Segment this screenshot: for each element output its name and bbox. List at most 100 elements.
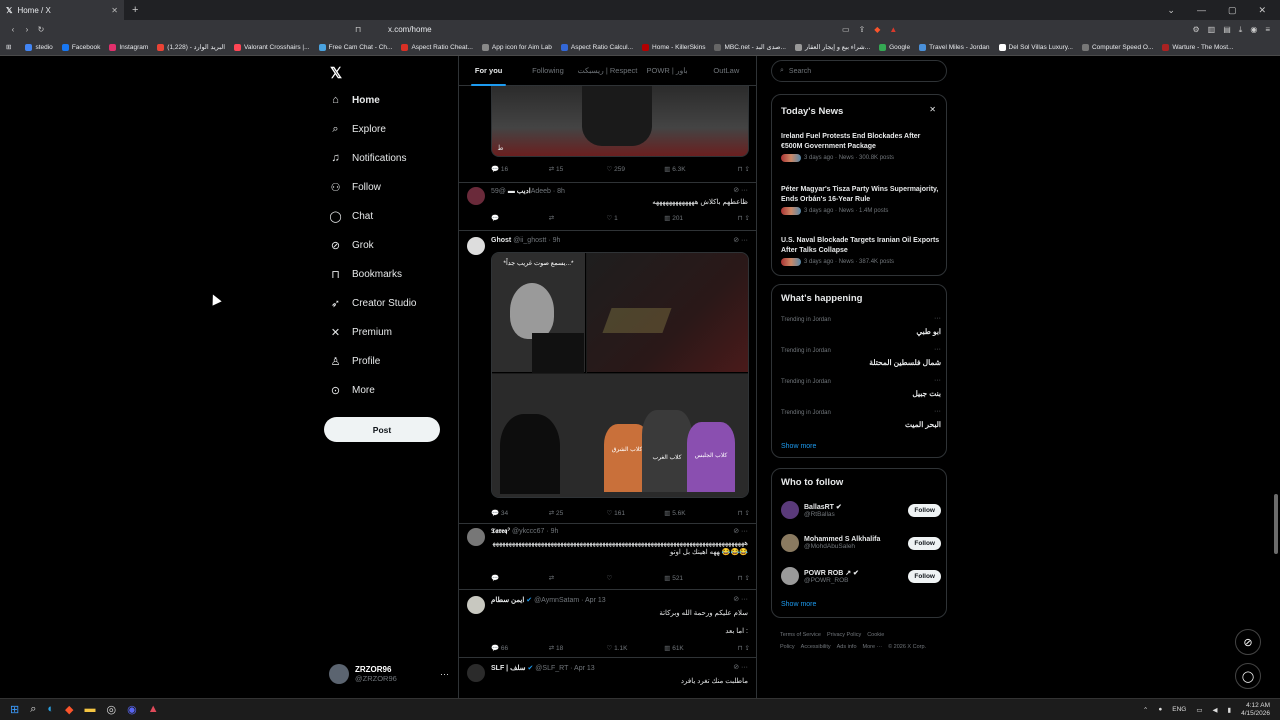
bookmark-item[interactable]: Travel Miles - Jordan — [919, 43, 990, 51]
bookmark-item[interactable]: Warture - The Most... — [1162, 43, 1233, 51]
trend-item[interactable]: Trending in Jordan ··· ابو طبي — [781, 315, 941, 336]
reply-button[interactable]: 💬 — [491, 214, 549, 222]
avatar[interactable] — [781, 534, 799, 552]
maximize-icon[interactable]: ▢ — [1228, 5, 1237, 16]
grok-fab-icon[interactable]: ⊘ — [1235, 629, 1261, 655]
like-button[interactable]: ♡ 1 — [607, 214, 665, 222]
reply-button[interactable]: 💬 34 — [491, 509, 549, 517]
tab-close-icon[interactable]: ✕ — [111, 6, 118, 15]
more-icon[interactable]: ··· — [934, 377, 941, 384]
footer-link[interactable]: Terms of Service — [780, 632, 821, 638]
feed-tab[interactable]: ريسبكت | Respect — [578, 56, 638, 86]
show-more-link[interactable]: Show more — [781, 443, 816, 450]
tweet-more-icon[interactable]: ⊘ ··· — [733, 663, 748, 671]
tweet-more-icon[interactable]: ⊘ ··· — [733, 186, 748, 194]
bookmark-item[interactable]: شراء بيع و إيجار العقار... — [794, 43, 870, 51]
like-button[interactable]: ♡ 259 — [607, 165, 665, 173]
reply-button[interactable]: 💬 — [491, 574, 549, 582]
discord-icon[interactable]: ◉ — [127, 703, 137, 716]
show-more-link[interactable]: Show more — [781, 601, 816, 608]
share-icon[interactable]: ⇪ — [859, 25, 866, 34]
footer-link[interactable]: © 2026 X Corp. — [888, 644, 926, 650]
more-icon[interactable]: ··· — [934, 408, 941, 415]
nav-item-chat[interactable]: ◯ Chat — [329, 210, 373, 223]
tweet-more-icon[interactable]: ⊘ ··· — [733, 595, 748, 603]
tweet-media-image[interactable]: ﻃ — [491, 86, 749, 157]
bookmark-share-buttons[interactable]: ⊓ ⇪ — [722, 509, 750, 517]
tweet[interactable]: ايمن سطام ✔ @AymnSatam · Apr 13 ⊘ ··· سل… — [459, 590, 756, 658]
news-item[interactable]: Péter Magyar's Tisza Party Wins Supermaj… — [781, 185, 941, 215]
bookmark-item[interactable]: Instagram — [109, 43, 148, 51]
wallet-icon[interactable]: ▤ — [1223, 25, 1231, 35]
minimize-icon[interactable]: — — [1197, 5, 1206, 16]
messages-fab-icon[interactable]: ◯ — [1235, 663, 1261, 689]
feed-tab[interactable]: Following — [518, 56, 577, 86]
sidebar-icon[interactable]: ▥ — [1208, 25, 1216, 35]
browser-tab[interactable]: 𝕏 Home / X ✕ — [0, 0, 124, 20]
clock[interactable]: 4:12 AM 4/15/2026 — [1241, 702, 1270, 718]
avatar[interactable] — [467, 664, 485, 682]
url-field[interactable]: x.com/home — [370, 22, 910, 37]
nav-item-follow[interactable]: ⚇ Follow — [329, 181, 381, 194]
footer-link[interactable]: More ··· — [863, 644, 883, 650]
feed-tab[interactable]: OutLaw — [697, 56, 756, 86]
network-icon[interactable]: ▭ — [1196, 706, 1202, 714]
bookmark-page-icon[interactable]: ⊓ — [355, 25, 361, 34]
follow-button[interactable]: Follow — [908, 536, 941, 550]
chevron-up-icon[interactable]: ⌃ — [1143, 706, 1148, 714]
footer-link[interactable]: Privacy Policy — [827, 632, 861, 638]
bookmark-item[interactable]: MBC.net - صدى البد... — [714, 43, 786, 51]
post-button[interactable]: Post — [324, 417, 440, 442]
tweet-more-icon[interactable]: ⊘ ··· — [733, 236, 748, 244]
repost-button[interactable]: ⇄ 25 — [549, 509, 607, 517]
views-button[interactable]: ▥ 61K — [664, 644, 722, 652]
bookmark-share-buttons[interactable]: ⊓ ⇪ — [722, 214, 750, 222]
reload-icon[interactable]: ↻ — [34, 25, 48, 34]
avatar[interactable] — [467, 596, 485, 614]
bookmark-item[interactable]: Facebook — [61, 43, 100, 51]
install-icon[interactable]: ▭ — [842, 25, 850, 34]
nav-item-notifications[interactable]: ♫ Notifications — [329, 152, 406, 164]
forward-icon[interactable]: › — [20, 25, 34, 34]
tweet[interactable]: اديب ▬ @59Adeeb · 8h ⊘ ··· ظاعطهم باكلاش… — [459, 183, 756, 231]
bookmark-share-buttons[interactable]: ⊓ ⇪ — [722, 574, 750, 582]
bookmark-item[interactable]: App icon for Aim Lab — [481, 43, 552, 51]
profile-icon[interactable]: ◉ — [1250, 25, 1257, 35]
app-icon[interactable]: ▲ — [148, 703, 159, 716]
trend-item[interactable]: Trending in Jordan ··· بنت جبيل — [781, 377, 941, 398]
volume-icon[interactable]: ◀ — [1213, 706, 1218, 714]
account-switcher[interactable]: ZRZOR96 @ZRZOR96 ··· — [329, 662, 449, 686]
like-button[interactable]: ♡ 161 — [607, 509, 665, 517]
tweet-more-icon[interactable]: ⊘ ··· — [733, 527, 748, 535]
news-item[interactable]: U.S. Naval Blockade Targets Iranian Oil … — [781, 236, 941, 266]
nav-item-more[interactable]: ⊙ More — [329, 384, 375, 397]
brave-shield-icon[interactable]: ◆ — [874, 25, 880, 34]
tweet[interactable]: SLF | سلف ✔ @SLF_RT · Apr 13 ⊘ ··· ماطلب… — [459, 658, 756, 698]
repost-button[interactable]: ⇄ — [549, 214, 607, 222]
follow-suggestion[interactable]: POWR ROB ↗ ✔ @POWR_ROB Follow — [781, 565, 941, 587]
trend-item[interactable]: Trending in Jordan ··· البحر الميت — [781, 408, 941, 429]
brave-rewards-icon[interactable]: ▲ — [889, 25, 897, 34]
steam-icon[interactable]: ◎ — [107, 703, 117, 716]
bookmark-item[interactable]: Free Cam Chat - Ch... — [318, 43, 392, 51]
follow-button[interactable]: Follow — [908, 569, 941, 583]
file-explorer-icon[interactable]: ▬ — [85, 703, 96, 716]
bookmark-item[interactable]: Aspect Ratio Calcul... — [560, 43, 633, 51]
nav-item-bookmarks[interactable]: ⊓ Bookmarks — [329, 268, 402, 281]
windows-start-icon[interactable]: ⊞ — [10, 703, 19, 716]
nav-item-creator-studio[interactable]: ➶ Creator Studio — [329, 297, 417, 310]
avatar[interactable] — [781, 501, 799, 519]
feed-tab[interactable]: For you — [459, 56, 518, 86]
search-icon[interactable]: ⌕ — [30, 703, 36, 716]
more-icon[interactable]: ··· — [934, 346, 941, 353]
mic-icon[interactable]: ● — [1158, 706, 1162, 713]
views-button[interactable]: ▥ 5.6K — [664, 509, 722, 517]
nav-item-grok[interactable]: ⊘ Grok — [329, 239, 374, 252]
avatar[interactable] — [467, 237, 485, 255]
footer-link[interactable]: Accessibility — [801, 644, 831, 650]
like-button[interactable]: ♡ 1.1K — [607, 644, 665, 652]
search-input[interactable]: ⌕ Search — [771, 60, 947, 82]
bookmark-item[interactable]: Del Sol Villas Luxury... — [998, 43, 1073, 51]
trend-item[interactable]: Trending in Jordan ··· شمال فلسطين المحتلة — [781, 346, 941, 367]
nav-item-premium[interactable]: ✕ Premium — [329, 326, 392, 339]
